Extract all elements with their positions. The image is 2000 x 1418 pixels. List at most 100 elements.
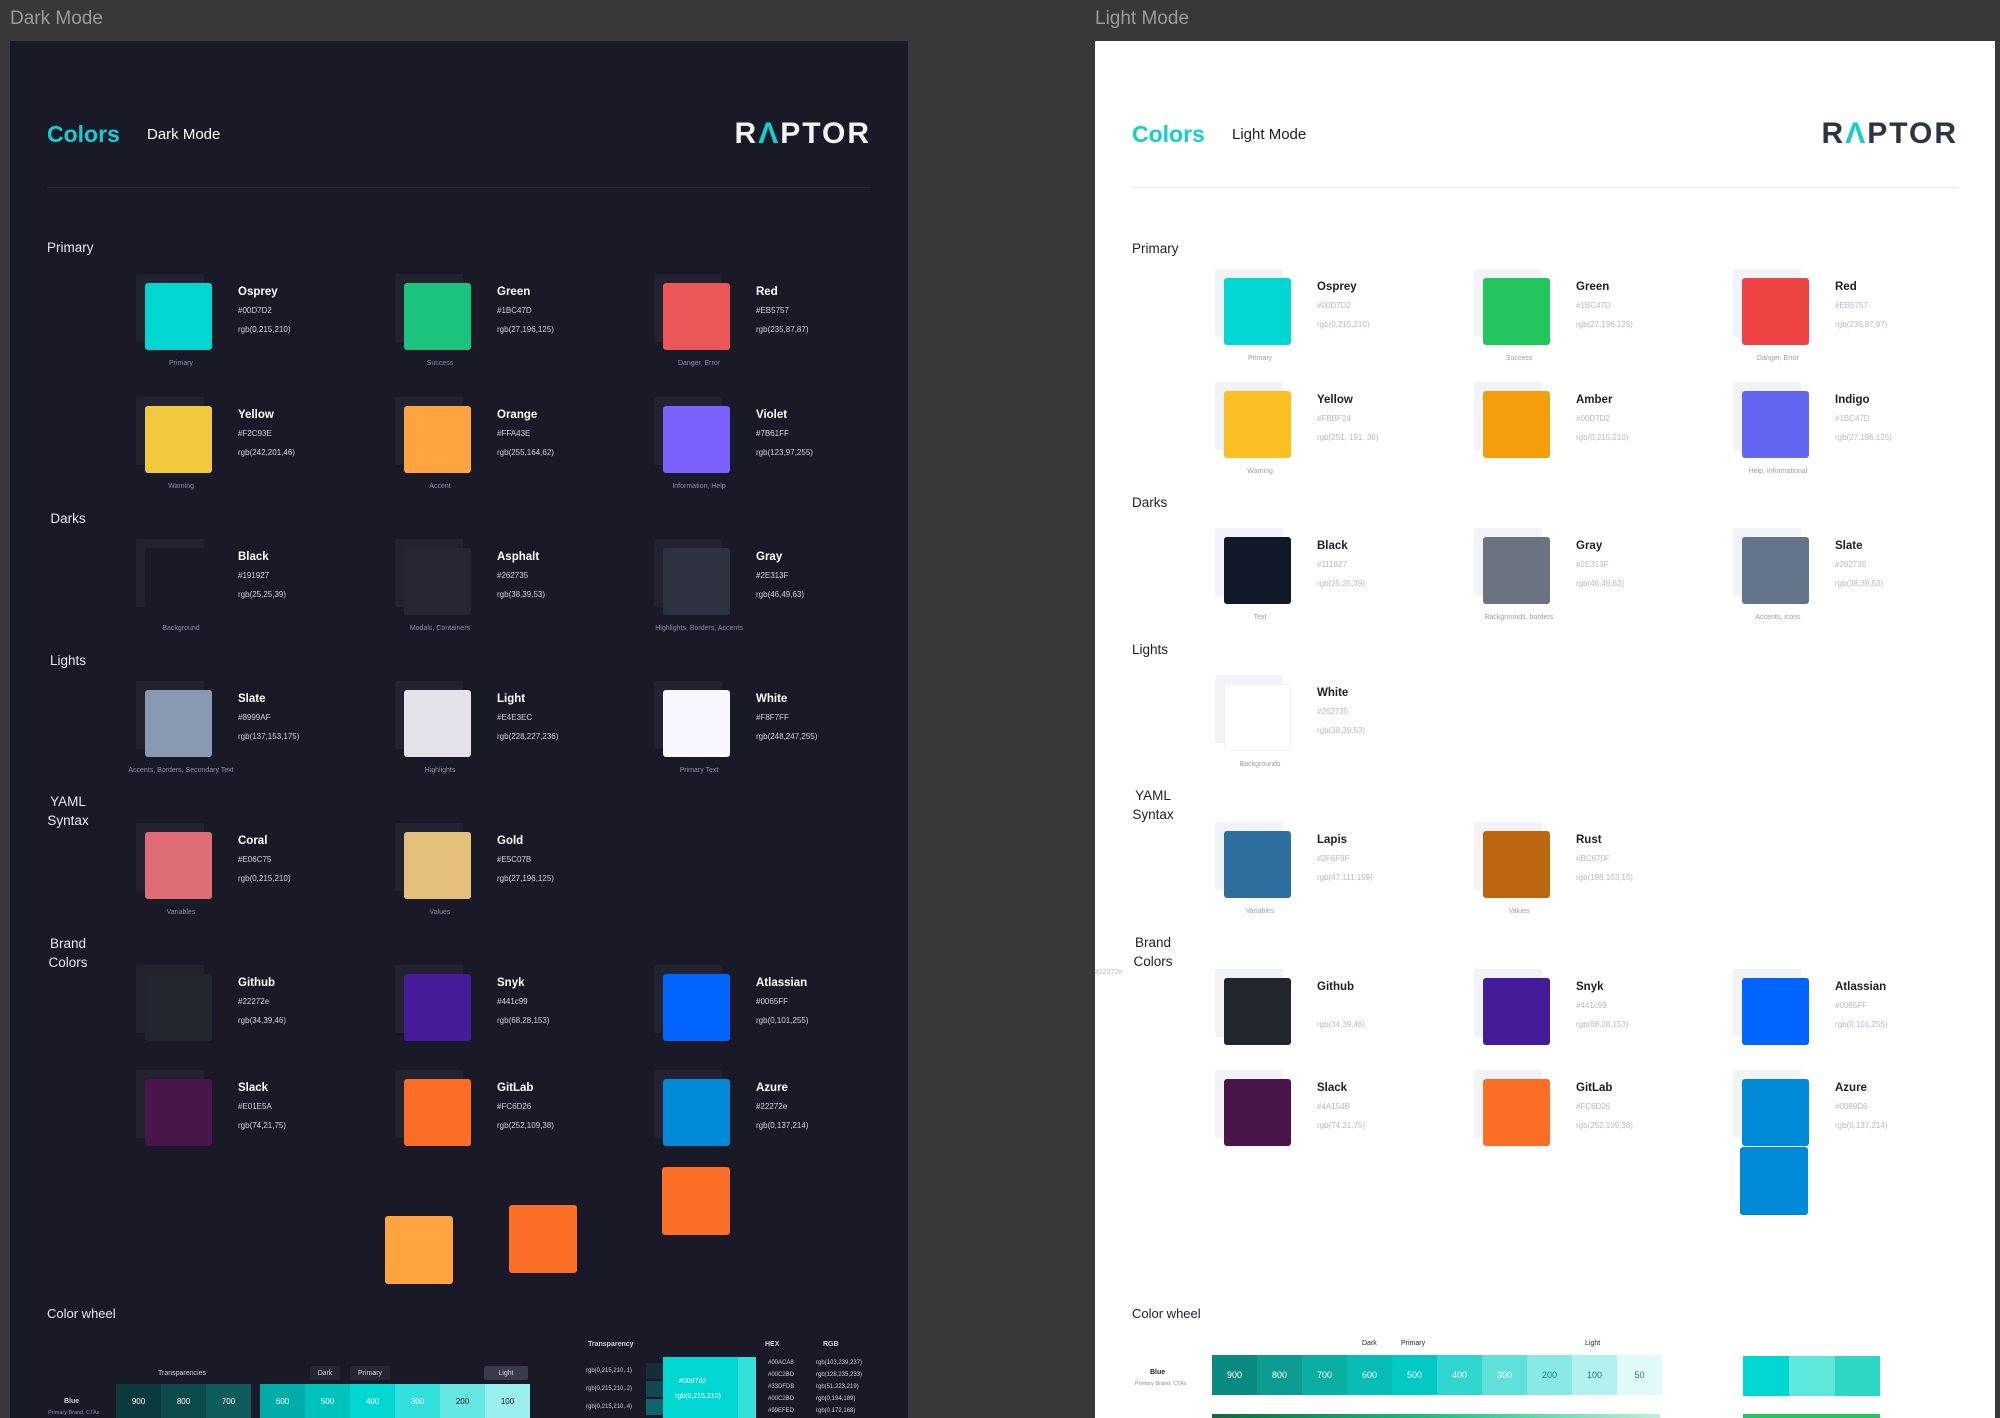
loose-color-chip[interactable]	[1740, 1147, 1808, 1215]
color-chip[interactable]	[1483, 278, 1550, 345]
color-chip[interactable]	[1742, 978, 1809, 1045]
color-chip[interactable]	[663, 974, 730, 1041]
shade-cell[interactable]: 900	[116, 1384, 161, 1418]
swatch-violet[interactable]: Violet #7B61FF rgb(123,97,255) Information,…	[654, 397, 908, 507]
color-chip[interactable]	[1224, 391, 1291, 458]
color-chip[interactable]	[404, 283, 471, 350]
shade-cell[interactable]: 600	[260, 1384, 305, 1418]
color-chip[interactable]	[1742, 278, 1809, 345]
shade-cell[interactable]: 900	[1212, 1355, 1257, 1395]
swatch-snyk[interactable]: Snyk #441c99 rgb(68,28,153)	[395, 965, 655, 1075]
swatch-light[interactable]: Light #E4E3EC rgb(228,227,236) Highlights	[395, 681, 655, 791]
color-chip[interactable]	[145, 283, 212, 350]
swatch-snyk[interactable]: Snyk #441c99 rgb(68,28,153)	[1474, 969, 1734, 1079]
color-chip[interactable]	[1483, 978, 1550, 1045]
shade-cell[interactable]: 600	[1347, 1355, 1392, 1395]
light-mode-frame[interactable]: Colors Light Mode RΛPTOR Primary Darks L…	[1095, 41, 1995, 1418]
dark-frame-label[interactable]: Dark Mode	[10, 8, 103, 30]
color-chip[interactable]	[404, 690, 471, 757]
swatch-gray[interactable]: Gray #2E313F rgb(46,49,63) Highlights, Bord…	[654, 539, 908, 649]
swatch-orange[interactable]: Orange #FFA43E rgb(255,164,62) Accent	[395, 397, 655, 507]
swatch-osprey[interactable]: Osprey #00D7D2 rgb(0,215,210) Primary	[136, 274, 396, 384]
color-chip[interactable]	[1224, 831, 1291, 898]
color-chip[interactable]	[404, 974, 471, 1041]
color-chip[interactable]	[145, 406, 212, 473]
swatch-coral[interactable]: Coral #E06C75 rgb(0,215,210) Variables	[136, 823, 396, 933]
color-chip[interactable]	[1224, 537, 1291, 604]
shade-cell[interactable]: 800	[1257, 1355, 1302, 1395]
shade-cell[interactable]: 400	[350, 1384, 395, 1418]
swatch-indigo[interactable]: Indigo #1BC47D rgb(27,196,125) Help, Inform…	[1733, 382, 1993, 492]
shade-cell[interactable]: 100	[1572, 1355, 1617, 1395]
swatch-slack[interactable]: Slack #E01E5A rgb(74,21,75)	[136, 1070, 396, 1180]
swatch-rust[interactable]: Rust #BC670F rgb(188,103,15) Values	[1474, 822, 1734, 932]
swatch-gray[interactable]: Gray #2E313F rgb(46,49,63) Backgrounds, bor…	[1474, 528, 1734, 638]
color-chip[interactable]	[145, 548, 212, 615]
swatch-white[interactable]: White #262735 rgb(38,39,53) Backgrounds	[1215, 675, 1475, 785]
color-chip[interactable]	[145, 974, 212, 1041]
color-chip[interactable]	[404, 1079, 471, 1146]
color-chip[interactable]	[1224, 978, 1291, 1045]
swatch-red[interactable]: Red #EB5757 rgb(235,87,87) Danger, Error	[654, 274, 908, 384]
color-chip[interactable]	[404, 548, 471, 615]
swatch-yellow[interactable]: Yellow #FBBF24 rgb(251, 191, 36) Warning	[1215, 382, 1475, 492]
color-chip[interactable]	[1483, 831, 1550, 898]
swatch-slate[interactable]: Slate #262735 rgb(38,39,53) Accents, icons	[1733, 528, 1993, 638]
swatch-lapis[interactable]: Lapis #2F6F9F rgb(47,111,159) Variables	[1215, 822, 1475, 932]
swatch-gitlab[interactable]: GitLab #FC6D26 rgb(252,109,38)	[395, 1070, 655, 1180]
loose-color-chip[interactable]	[509, 1205, 577, 1273]
swatch-github[interactable]: Github rgb(34,39,46)	[1215, 969, 1475, 1079]
swatch-amber[interactable]: Amber #00D7D2 rgb(0,215,210)	[1474, 382, 1734, 492]
swatch-black[interactable]: Black #191927 rgb(25,25,39) Background	[136, 539, 396, 649]
shade-cell[interactable]: 300	[395, 1384, 440, 1418]
color-chip[interactable]	[1224, 684, 1291, 751]
dark-mode-frame[interactable]: Colors Dark Mode RΛPTOR Primary Darks Li…	[10, 41, 908, 1418]
swatch-atlassian[interactable]: Atlassian #0065FF rgb(0,101,255)	[654, 965, 908, 1075]
swatch-slack[interactable]: Slack #4A154B rgb(74,21,75)	[1215, 1070, 1475, 1180]
color-chip[interactable]	[1483, 1079, 1550, 1146]
shade-cell[interactable]: 200	[440, 1384, 485, 1418]
loose-color-chip[interactable]	[662, 1167, 730, 1235]
swatch-green[interactable]: Green #1BC47D rgb(27,196,125) Success	[1474, 269, 1734, 379]
swatch-gold[interactable]: Gold #E5C07B rgb(27,196,125) Values	[395, 823, 655, 933]
color-chip[interactable]	[1483, 391, 1550, 458]
swatch-red[interactable]: Red #EB5757 rgb(235,87,87) Danger, Error	[1733, 269, 1993, 379]
loose-color-chip[interactable]	[385, 1216, 453, 1284]
color-chip[interactable]	[1483, 537, 1550, 604]
color-chip[interactable]	[145, 832, 212, 899]
shade-cell[interactable]: 200	[1527, 1355, 1572, 1395]
color-chip[interactable]	[1224, 1079, 1291, 1146]
color-chip[interactable]	[404, 832, 471, 899]
swatch-white[interactable]: White #F8F7FF rgb(248,247,255) Primary Text	[654, 681, 908, 791]
color-chip[interactable]	[404, 406, 471, 473]
swatch-osprey[interactable]: Osprey #00D7D2 rgb(0,215,210) Primary	[1215, 269, 1475, 379]
color-chip[interactable]	[1224, 278, 1291, 345]
swatch-black[interactable]: Black #111827 rgb(25,25,39) Text	[1215, 528, 1475, 638]
color-chip[interactable]	[663, 406, 730, 473]
shade-cell[interactable]: 500	[1392, 1355, 1437, 1395]
color-chip[interactable]	[1742, 537, 1809, 604]
swatch-gitlab[interactable]: GitLab #FC6D26 rgb(252,109,38)	[1474, 1070, 1734, 1180]
shade-cell[interactable]: 50	[1617, 1355, 1662, 1395]
shade-cell[interactable]: 700	[1302, 1355, 1347, 1395]
swatch-asphalt[interactable]: Asphalt #262735 rgb(38,39,53) Modals, Conta…	[395, 539, 655, 649]
color-chip[interactable]	[663, 548, 730, 615]
shade-cell[interactable]: 700	[206, 1384, 251, 1418]
color-chip[interactable]	[145, 1079, 212, 1146]
color-chip[interactable]	[663, 283, 730, 350]
swatch-azure[interactable]: Azure #22272e rgb(0,137,214)	[654, 1070, 908, 1180]
swatch-slate[interactable]: Slate #8999AF rgb(137,153,175) Accents, Bor…	[128, 681, 396, 791]
light-frame-label[interactable]: Light Mode	[1095, 8, 1189, 30]
shade-cell[interactable]: 500	[305, 1384, 350, 1418]
color-chip[interactable]	[663, 1079, 730, 1146]
shade-cell[interactable]: 400	[1437, 1355, 1482, 1395]
shade-cell[interactable]: 300	[1482, 1355, 1527, 1395]
swatch-green[interactable]: Green #1BC47D rgb(27,196,125) Success	[395, 274, 655, 384]
shade-cell[interactable]: 100	[485, 1384, 530, 1418]
color-chip[interactable]	[663, 690, 730, 757]
shade-cell[interactable]: 800	[161, 1384, 206, 1418]
color-chip[interactable]	[1742, 391, 1809, 458]
color-chip[interactable]	[1742, 1079, 1809, 1146]
swatch-github[interactable]: Github #22272e rgb(34,39,46)	[136, 965, 396, 1075]
swatch-atlassian[interactable]: Atlassian #0065FF rgb(0,101,255)	[1733, 969, 1993, 1079]
